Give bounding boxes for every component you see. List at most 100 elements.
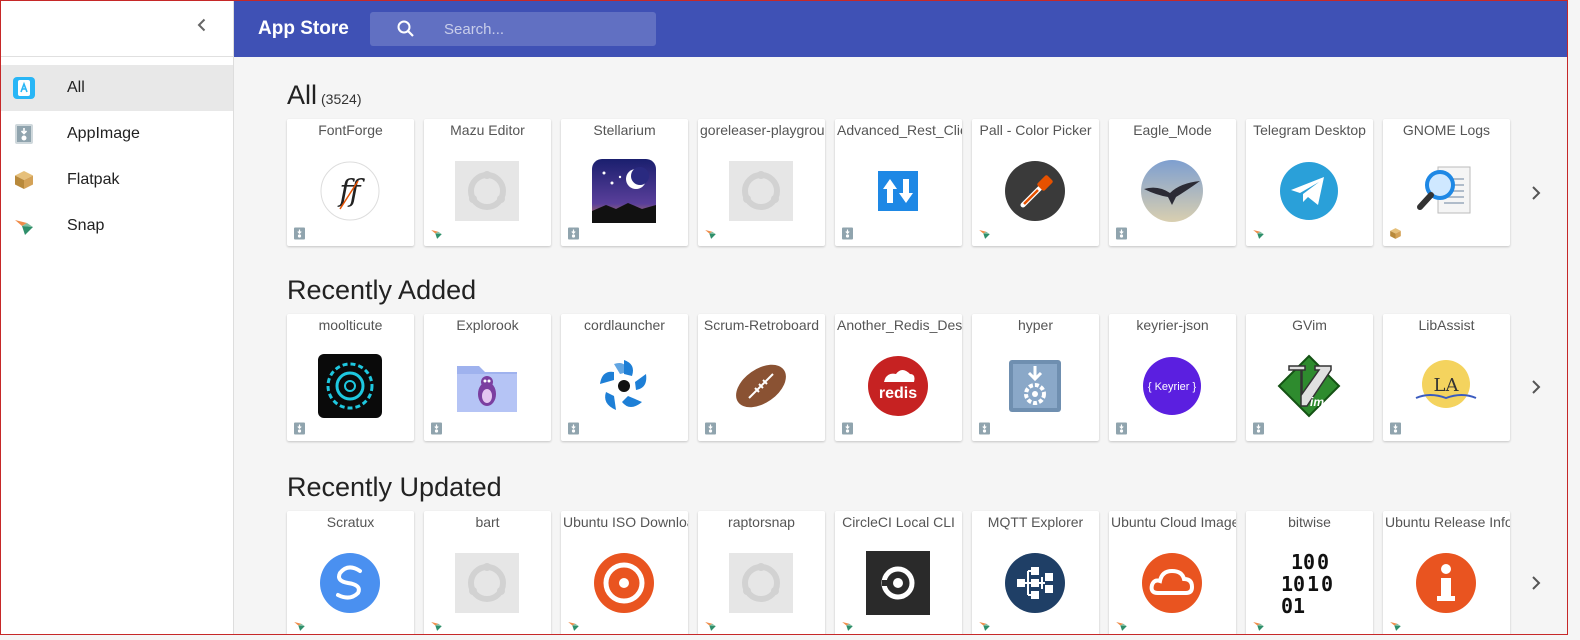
placeholder-app-icon xyxy=(455,553,519,613)
disc-icon xyxy=(594,553,654,613)
app-card[interactable]: Ubuntu Release Info xyxy=(1383,511,1510,634)
sidebar-item-appimage[interactable]: AppImage xyxy=(1,111,233,157)
next-page-button[interactable] xyxy=(1526,375,1546,399)
search-box[interactable] xyxy=(370,12,656,46)
snap-badge-icon xyxy=(294,621,305,631)
app-card[interactable]: Ubuntu ISO Downloader xyxy=(561,511,688,634)
section-title-text: All xyxy=(287,80,318,110)
collapse-sidebar-button[interactable] xyxy=(190,13,214,37)
redis-icon: redis xyxy=(868,356,928,416)
app-card[interactable]: bitwise 100 1010 01 xyxy=(1246,511,1373,634)
placeholder-app-icon xyxy=(455,161,519,221)
snap-badge-icon xyxy=(1390,621,1401,631)
app-name: Mazu Editor xyxy=(450,122,525,138)
next-page-button[interactable] xyxy=(1526,571,1546,595)
snap-badge-icon xyxy=(979,621,990,631)
app-card[interactable]: Advanced_Rest_Client xyxy=(835,119,962,246)
app-name: hyper xyxy=(1017,317,1054,333)
main-content: All (3524) FontForge ff Mazu Editor Stel… xyxy=(234,57,1567,634)
svg-text:1: 1 xyxy=(1293,594,1305,615)
app-card[interactable]: moolticute xyxy=(287,314,414,441)
app-card[interactable]: Another_Redis_Desktop redis xyxy=(835,314,962,441)
appimage-badge-icon xyxy=(294,227,305,240)
app-name: CircleCI Local CLI xyxy=(842,514,955,530)
app-card[interactable]: bart xyxy=(424,511,551,634)
chevron-right-icon xyxy=(1532,186,1541,200)
search-input[interactable] xyxy=(444,20,634,38)
app-name: raptorsnap xyxy=(728,514,795,530)
app-card[interactable]: goreleaser-playground xyxy=(698,119,825,246)
telegram-icon xyxy=(1280,162,1338,220)
app-card[interactable]: Ubuntu Cloud Image xyxy=(1109,511,1236,634)
snap-badge-icon xyxy=(431,621,442,631)
binary-icon: 100 1010 01 xyxy=(1281,551,1333,615)
sidebar-item-flatpak[interactable]: Flatpak xyxy=(1,157,233,203)
section-recently-updated: Recently Updated Scratux bart Ubuntu ISO… xyxy=(287,467,1510,634)
app-name: Advanced_Rest_Client xyxy=(837,122,962,138)
app-card[interactable]: keyrier-json { Keyrier } xyxy=(1109,314,1236,441)
mqtt-icon xyxy=(1005,553,1065,613)
app-card[interactable]: Telegram Desktop xyxy=(1246,119,1373,246)
app-name: LibAssist xyxy=(1418,317,1475,333)
app-card[interactable]: Scratux xyxy=(287,511,414,634)
svg-text:{ Keyrier }: { Keyrier } xyxy=(1148,381,1197,393)
sidebar-nav: All AppImage Flatpak Snap xyxy=(1,65,233,249)
eagle-icon xyxy=(1141,160,1203,222)
app-card[interactable]: GVim im xyxy=(1246,314,1373,441)
app-card[interactable]: LibAssist LA xyxy=(1383,314,1510,441)
cloud-icon xyxy=(1142,553,1202,613)
appimage-icon xyxy=(15,124,33,144)
cordlauncher-icon xyxy=(600,360,647,410)
next-page-button[interactable] xyxy=(1526,181,1546,205)
sidebar-item-all[interactable]: All xyxy=(1,65,233,111)
snap-badge-icon xyxy=(1116,621,1127,631)
app-name: cordlauncher xyxy=(584,317,665,333)
app-name: Telegram Desktop xyxy=(1253,122,1366,138)
svg-text:1: 1 xyxy=(1281,572,1293,596)
svg-text:1: 1 xyxy=(1291,551,1303,574)
app-card[interactable]: Scrum-Retroboard xyxy=(698,314,825,441)
section-title: All (3524) xyxy=(287,75,1510,115)
app-name: GNOME Logs xyxy=(1402,122,1491,138)
app-card[interactable]: CircleCI Local CLI xyxy=(835,511,962,634)
snap-badge-icon xyxy=(1253,621,1264,631)
snap-badge-icon xyxy=(431,229,442,239)
app-card[interactable]: raptorsnap xyxy=(698,511,825,634)
app-name: Explorook xyxy=(456,317,519,333)
appimage-badge-icon xyxy=(1116,422,1127,435)
appimage-badge-icon xyxy=(568,227,579,240)
app-name: Scrum-Retroboard xyxy=(703,317,820,333)
folder-bird-icon xyxy=(457,366,517,412)
app-card[interactable]: FontForge ff xyxy=(287,119,414,246)
chevron-right-icon xyxy=(1532,380,1541,394)
svg-text:0: 0 xyxy=(1317,551,1329,574)
app-card[interactable]: GNOME Logs xyxy=(1383,119,1510,246)
app-card[interactable]: Eagle_Mode xyxy=(1109,119,1236,246)
sidebar-item-snap[interactable]: Snap xyxy=(1,203,233,249)
app-card[interactable]: hyper xyxy=(972,314,1099,441)
svg-text:im: im xyxy=(1310,395,1324,409)
appimage-badge-icon xyxy=(842,422,853,435)
moolticute-icon xyxy=(318,354,382,418)
app-card[interactable]: Explorook xyxy=(424,314,551,441)
flatpak-icon xyxy=(15,171,33,189)
sidebar-item-label: AppImage xyxy=(67,125,140,142)
svg-text:0: 0 xyxy=(1281,594,1293,615)
app-card[interactable]: Pall - Color Picker xyxy=(972,119,1099,246)
snap-badge-icon xyxy=(705,621,716,631)
app-card[interactable]: Mazu Editor xyxy=(424,119,551,246)
top-app-bar: App Store xyxy=(234,1,1567,57)
app-card[interactable]: cordlauncher xyxy=(561,314,688,441)
app-name: Stellarium xyxy=(593,122,656,138)
search-icon xyxy=(397,20,414,37)
snap-badge-icon xyxy=(705,229,716,239)
appimage-badge-icon xyxy=(1253,422,1264,435)
snap-icon xyxy=(15,220,33,235)
app-name: Ubuntu ISO Downloader xyxy=(563,514,688,530)
flatpak-badge-icon xyxy=(1390,228,1401,239)
app-card[interactable]: Stellarium xyxy=(561,119,688,246)
app-count: (3524) xyxy=(321,91,362,107)
appimage-badge-icon xyxy=(705,422,716,435)
app-store-icon xyxy=(13,77,35,99)
app-card[interactable]: MQTT Explorer xyxy=(972,511,1099,634)
